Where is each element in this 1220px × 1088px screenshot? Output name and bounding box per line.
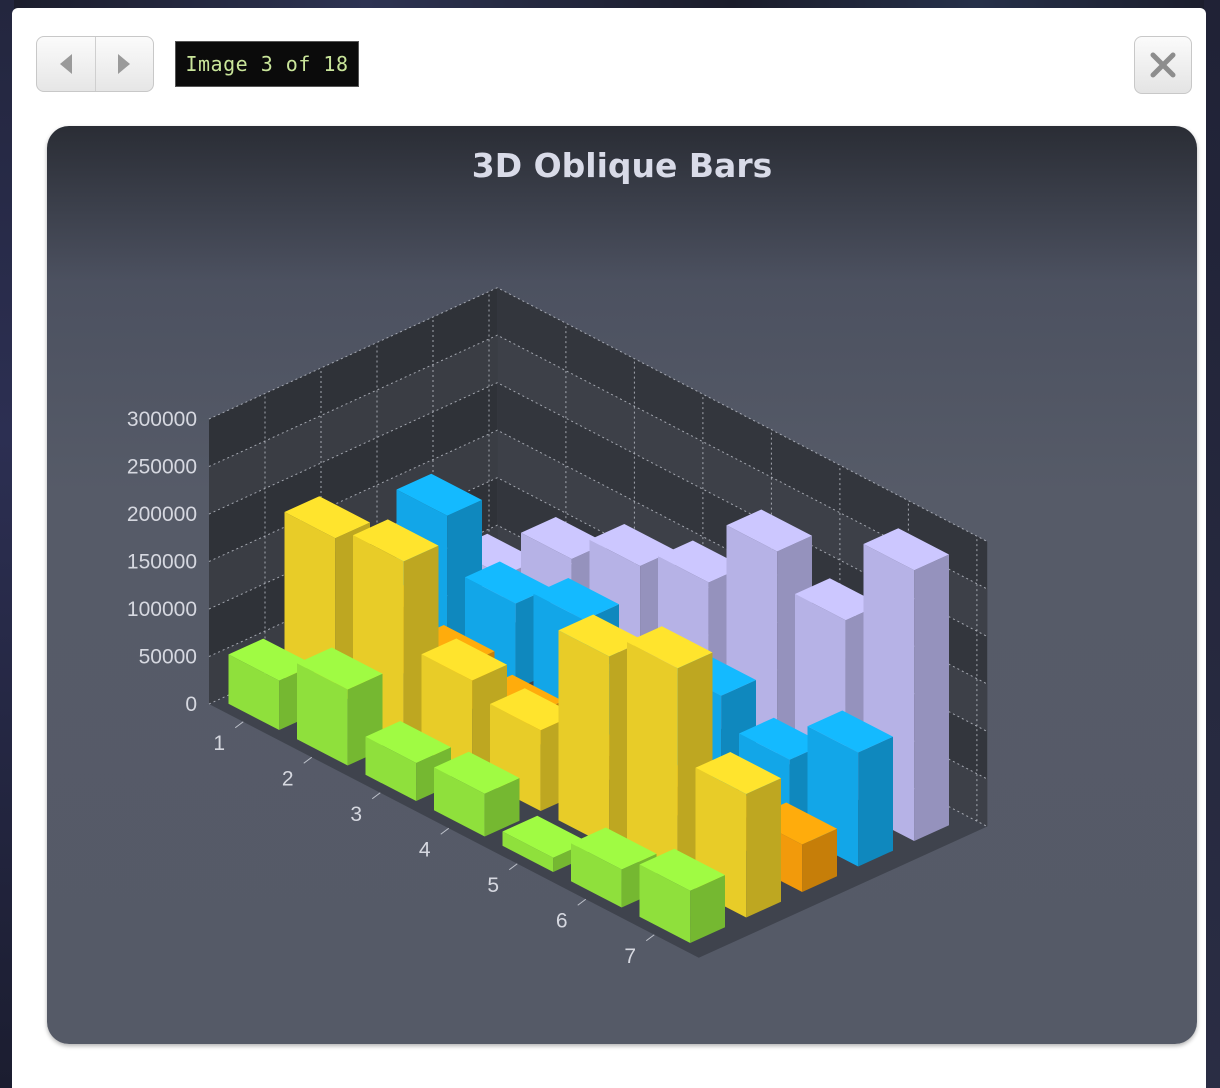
- x-tick-mark: [303, 756, 313, 764]
- x-tick-label: 7: [624, 945, 636, 968]
- x-tick-mark: [508, 863, 518, 871]
- previous-image-button[interactable]: [37, 37, 95, 91]
- caption-area: [12, 1048, 1206, 1088]
- close-button[interactable]: [1134, 36, 1192, 94]
- x-tick-mark: [440, 827, 450, 835]
- x-tick-label: 3: [350, 803, 362, 826]
- x-tick-mark: [234, 721, 244, 729]
- next-image-button[interactable]: [94, 37, 154, 91]
- chart-3d-oblique-bars: 0 50000 100000 150000 200000 250000 300000 1 2 3 4…: [127, 287, 988, 968]
- x-tick-label: 4: [419, 838, 431, 861]
- x-tick-mark: [577, 898, 587, 906]
- triangle-left-icon: [59, 54, 72, 74]
- image-counter: Image 3 of 18: [175, 41, 359, 87]
- x-tick-label: 6: [556, 909, 568, 932]
- chart-panel: 3D Oblique Bars 0 50000 100000 150000 200000…: [47, 126, 1197, 1044]
- bar-side-face: [746, 778, 781, 918]
- bar-front-face: [558, 630, 610, 847]
- y-tick-label: 250000: [127, 456, 197, 479]
- triangle-right-icon: [118, 54, 131, 74]
- lightbox-dialog: Image 3 of 18 3D Oblique Bars 0 50000 1000…: [12, 8, 1206, 1088]
- x-tick-label: 1: [213, 732, 225, 755]
- x-tick-mark: [645, 934, 655, 942]
- x-tick-label: 5: [487, 874, 499, 897]
- close-x-icon: [1150, 52, 1176, 78]
- y-tick-label: 200000: [127, 503, 197, 526]
- x-tick-label: 2: [282, 767, 294, 790]
- bar-side-face: [858, 736, 893, 867]
- x-tick-mark: [371, 792, 381, 800]
- y-tick-label: 100000: [127, 598, 197, 621]
- image-nav-group: [36, 36, 154, 92]
- y-tick-label: 50000: [139, 646, 197, 669]
- y-tick-label: 150000: [127, 551, 197, 574]
- background-strip-right: [1204, 0, 1220, 1088]
- y-tick-label: 300000: [127, 408, 197, 431]
- bar-side-face: [914, 554, 949, 841]
- y-tick-label: 0: [185, 693, 197, 716]
